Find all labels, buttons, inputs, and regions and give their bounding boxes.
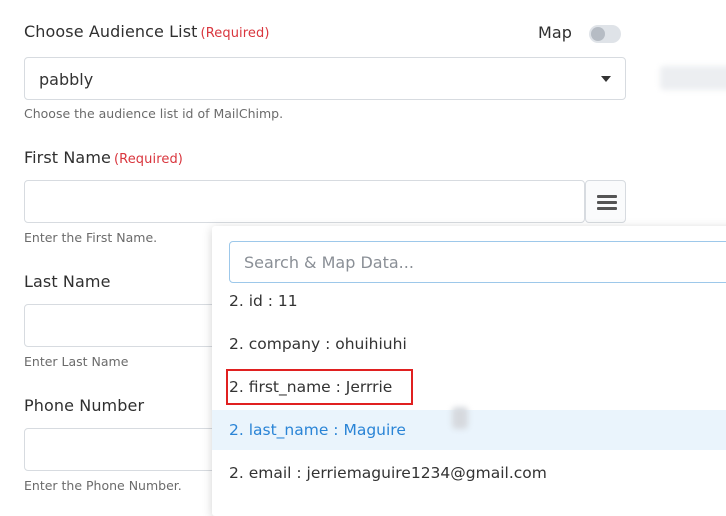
required-indicator: (Required) — [113, 152, 183, 167]
audience-list-help: Choose the audience list id of MailChimp… — [24, 106, 284, 121]
last-name-label: Last Name — [24, 272, 111, 291]
blurred-refresh-button[interactable] — [660, 66, 726, 90]
map-data-menu-button[interactable] — [585, 180, 626, 223]
audience-selected-value: pabbly — [39, 70, 94, 89]
first-name-input[interactable] — [24, 180, 585, 223]
toggle-knob — [591, 27, 605, 41]
audience-list-label: Choose Audience List (Required) — [24, 22, 270, 41]
hamburger-menu-icon — [597, 195, 617, 198]
phone-number-help: Enter the Phone Number. — [24, 478, 182, 493]
map-option-id[interactable]: 2. id : 11 — [212, 281, 726, 321]
first-name-help: Enter the First Name. — [24, 230, 158, 245]
map-toggle-label: Map — [538, 23, 573, 42]
phone-number-input[interactable] — [24, 428, 224, 471]
map-option-email[interactable]: 2. email : jerriemaguire1234@gmail.com — [212, 453, 726, 493]
chevron-down-icon — [601, 76, 611, 82]
map-option-last-name[interactable]: 2. last_name : Maguire — [212, 410, 726, 450]
last-name-input[interactable] — [24, 304, 224, 347]
audience-list-select[interactable]: pabbly — [24, 57, 626, 100]
annotation-highlight-box — [226, 369, 413, 405]
map-toggle[interactable] — [589, 25, 621, 43]
last-name-help: Enter Last Name — [24, 354, 129, 369]
phone-number-label: Phone Number — [24, 396, 145, 415]
map-data-search-input[interactable] — [229, 241, 726, 283]
first-name-label: First Name (Required) — [24, 148, 183, 167]
cursor-artifact — [452, 407, 468, 429]
map-option-company[interactable]: 2. company : ohuihiuhi — [212, 324, 726, 364]
required-indicator: (Required) — [200, 26, 270, 41]
